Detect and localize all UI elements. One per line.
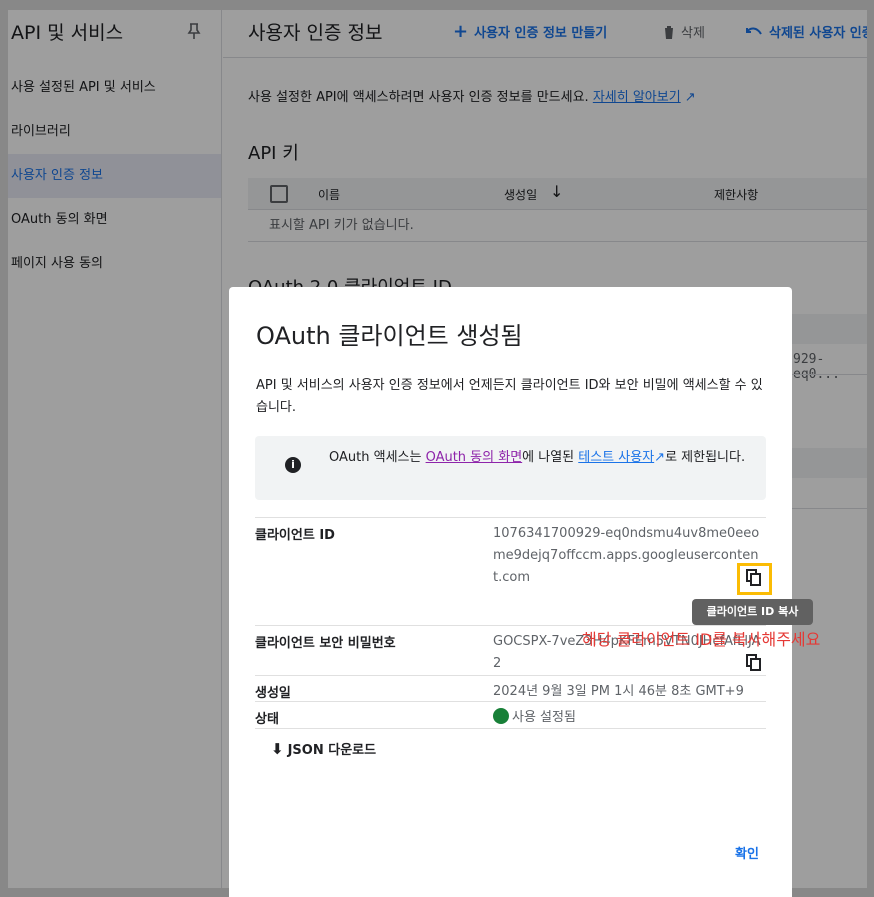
- json-download-label: JSON 다운로드: [287, 743, 377, 758]
- info-banner: i OAuth 액세스는 OAuth 동의 화면에 나열된 테스트 사용자↗로 …: [255, 436, 766, 500]
- created-label: 생성일: [255, 686, 291, 701]
- oauth-created-dialog: OAuth 클라이언트 생성됨 API 및 서비스의 사용자 인증 정보에서 언…: [229, 287, 792, 897]
- oauth-consent-link[interactable]: OAuth 동의 화면: [426, 450, 523, 465]
- info-icon: i: [285, 457, 301, 473]
- test-users-link[interactable]: 테스트 사용자: [578, 450, 654, 465]
- confirm-button[interactable]: 확인: [735, 843, 759, 862]
- info-suffix: 로 제한됩니다.: [665, 450, 746, 465]
- dialog-title: OAuth 클라이언트 생성됨: [256, 322, 523, 350]
- status-value: 사용 설정됨: [512, 710, 576, 725]
- created-value: 2024년 9월 3일 PM 1시 46분 8초 GMT+9: [493, 684, 744, 699]
- check-circle-icon: [493, 708, 509, 724]
- client-id-value[interactable]: 1076341700929-eq0ndsmu4uv8me0eeome9dejq7…: [493, 523, 765, 589]
- info-prefix: OAuth 액세스는: [329, 450, 426, 465]
- instruction-annotation: 해당 클라이언트 ID를 복사해주세요: [582, 630, 821, 649]
- copy-client-id-icon[interactable]: [744, 568, 764, 588]
- status-label: 상태: [255, 712, 279, 727]
- client-id-row: 클라이언트 ID 1076341700929-eq0ndsmu4uv8me0ee…: [255, 517, 766, 591]
- json-download-button[interactable]: ⬇ JSON 다운로드: [271, 739, 377, 759]
- created-row: 생성일 2024년 9월 3일 PM 1시 46분 8초 GMT+9: [255, 675, 766, 701]
- info-text: OAuth 액세스는 OAuth 동의 화면에 나열된 테스트 사용자↗로 제한…: [329, 447, 754, 468]
- client-secret-label: 클라이언트 보안 비밀번호: [255, 636, 396, 651]
- dialog-description: API 및 서비스의 사용자 인증 정보에서 언제든지 클라이언트 ID와 보안…: [256, 378, 763, 415]
- copy-secret-icon[interactable]: [744, 653, 764, 673]
- info-middle: 에 나열된: [522, 450, 579, 465]
- client-id-label: 클라이언트 ID: [255, 528, 335, 543]
- external-link-icon: ↗: [654, 450, 666, 465]
- status-value-wrap: 사용 설정됨: [493, 707, 765, 729]
- download-icon: ⬇: [271, 739, 284, 758]
- status-row: 상태 사용 설정됨: [255, 701, 766, 729]
- copy-tooltip: 클라이언트 ID 복사: [692, 599, 813, 625]
